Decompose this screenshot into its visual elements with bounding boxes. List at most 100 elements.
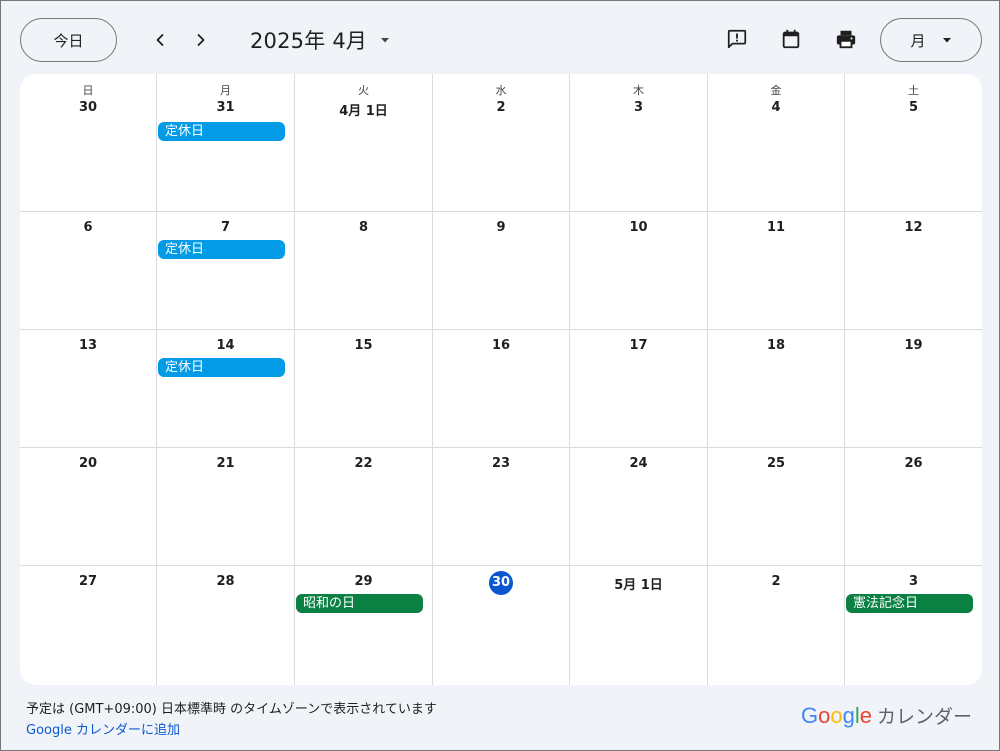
- date-number[interactable]: 12: [845, 220, 982, 235]
- date-number[interactable]: 16: [433, 338, 569, 353]
- date-label: 15: [354, 338, 373, 353]
- day-cell[interactable]: 18: [708, 330, 845, 448]
- feedback-icon: [727, 29, 747, 49]
- chevron-left-icon: [156, 34, 164, 46]
- day-cell[interactable]: 火 4月 1日: [295, 74, 433, 212]
- event-chip[interactable]: 憲法記念日: [846, 594, 973, 613]
- day-cell[interactable]: 8: [295, 212, 433, 330]
- toolbar: 今日 2025年 4月 月: [1, 1, 1000, 77]
- date-number[interactable]: 29: [295, 574, 432, 589]
- day-cell[interactable]: 20: [20, 448, 157, 566]
- day-cell[interactable]: 日 30: [20, 74, 157, 212]
- date-number[interactable]: 28: [157, 574, 294, 589]
- date-number[interactable]: 10: [570, 220, 707, 235]
- date-number[interactable]: 3: [570, 100, 707, 115]
- day-cell[interactable]: 12: [845, 212, 982, 330]
- date-number[interactable]: 13: [20, 338, 156, 353]
- calendar-icon: [782, 29, 800, 49]
- date-label: 17: [629, 338, 648, 353]
- date-number[interactable]: 9: [433, 220, 569, 235]
- date-number[interactable]: 25: [708, 456, 844, 471]
- day-cell[interactable]: 土5: [845, 74, 982, 212]
- day-cell[interactable]: 水2: [433, 74, 570, 212]
- day-cell[interactable]: 19: [845, 330, 982, 448]
- day-cell[interactable]: 16: [433, 330, 570, 448]
- date-label: 11: [766, 220, 786, 235]
- day-cell[interactable]: 2: [708, 566, 845, 685]
- next-month-button[interactable]: [185, 24, 217, 56]
- date-number[interactable]: 20: [20, 456, 156, 471]
- day-cell[interactable]: 5月 1日: [570, 566, 708, 685]
- day-cell[interactable]: 28: [157, 566, 295, 685]
- chevron-right-icon: [197, 34, 205, 46]
- date-number[interactable]: 19: [845, 338, 982, 353]
- date-label: 19: [904, 338, 923, 353]
- event-chip[interactable]: 定休日: [158, 122, 285, 141]
- date-number[interactable]: 24: [570, 456, 707, 471]
- day-cell[interactable]: 30: [433, 566, 570, 685]
- date-number[interactable]: 8: [295, 220, 432, 235]
- date-number[interactable]: 22: [295, 456, 432, 471]
- day-cell[interactable]: 金4: [708, 74, 845, 212]
- event-chip[interactable]: 昭和の日: [296, 594, 423, 613]
- date-number[interactable]: 5: [845, 100, 982, 115]
- date-number[interactable]: 4月 1日: [295, 100, 432, 119]
- day-cell[interactable]: 14 定休日: [157, 330, 295, 448]
- today-button[interactable]: 今日: [20, 18, 117, 62]
- day-cell[interactable]: 3 憲法記念日: [845, 566, 982, 685]
- event-chip[interactable]: 定休日: [158, 358, 285, 377]
- day-cell[interactable]: 15: [295, 330, 433, 448]
- day-cell[interactable]: 25: [708, 448, 845, 566]
- day-cell[interactable]: 24: [570, 448, 708, 566]
- date-number[interactable]: 14: [157, 338, 294, 353]
- date-number[interactable]: 2: [433, 100, 569, 115]
- feedback-button[interactable]: [723, 25, 751, 53]
- date-label: 26: [904, 456, 923, 471]
- month-selector[interactable]: 2025年 4月: [250, 25, 391, 55]
- add-to-google-calendar-link[interactable]: Google カレンダーに追加: [26, 719, 180, 738]
- date-label: 30: [489, 571, 513, 595]
- day-cell[interactable]: 17: [570, 330, 708, 448]
- day-cell[interactable]: 13: [20, 330, 157, 448]
- today-date-number[interactable]: 30: [433, 571, 569, 595]
- day-cell[interactable]: 26: [845, 448, 982, 566]
- date-number[interactable]: 21: [157, 456, 294, 471]
- date-number[interactable]: 4: [708, 100, 844, 115]
- calendar-view-button[interactable]: [777, 25, 805, 53]
- day-cell[interactable]: 7 定休日: [157, 212, 295, 330]
- day-cell[interactable]: 22: [295, 448, 433, 566]
- day-cell[interactable]: 月 31 定休日: [157, 74, 295, 212]
- date-number[interactable]: 5月 1日: [570, 574, 707, 593]
- date-number[interactable]: 27: [20, 574, 156, 589]
- date-number[interactable]: 7: [157, 220, 294, 235]
- day-cell[interactable]: 木3: [570, 74, 708, 212]
- event-chip[interactable]: 定休日: [158, 240, 285, 259]
- weekday-header: 月: [220, 84, 231, 97]
- date-number[interactable]: 18: [708, 338, 844, 353]
- wordmark-letter: o: [818, 703, 831, 728]
- day-cell[interactable]: 27: [20, 566, 157, 685]
- day-cell[interactable]: 21: [157, 448, 295, 566]
- date-number[interactable]: 23: [433, 456, 569, 471]
- date-number[interactable]: 6: [20, 220, 156, 235]
- day-cell[interactable]: 10: [570, 212, 708, 330]
- google-calendar-logo[interactable]: Google カレンダー: [801, 702, 972, 730]
- date-number[interactable]: 11: [708, 220, 844, 235]
- day-cell[interactable]: 29 昭和の日: [295, 566, 433, 685]
- date-number[interactable]: 26: [845, 456, 982, 471]
- print-button[interactable]: [832, 25, 860, 53]
- date-number[interactable]: 31: [157, 100, 294, 115]
- date-label: 12: [904, 220, 923, 235]
- date-number[interactable]: 2: [708, 574, 844, 589]
- view-mode-dropdown[interactable]: 月: [880, 18, 982, 62]
- day-cell[interactable]: 6: [20, 212, 157, 330]
- date-number[interactable]: 15: [295, 338, 432, 353]
- date-number[interactable]: 30: [20, 100, 156, 115]
- day-cell[interactable]: 11: [708, 212, 845, 330]
- day-cell[interactable]: 23: [433, 448, 570, 566]
- date-number[interactable]: 3: [845, 574, 982, 589]
- date-number[interactable]: 17: [570, 338, 707, 353]
- prev-month-button[interactable]: [144, 24, 176, 56]
- day-cell[interactable]: 9: [433, 212, 570, 330]
- date-label: 14: [216, 338, 235, 353]
